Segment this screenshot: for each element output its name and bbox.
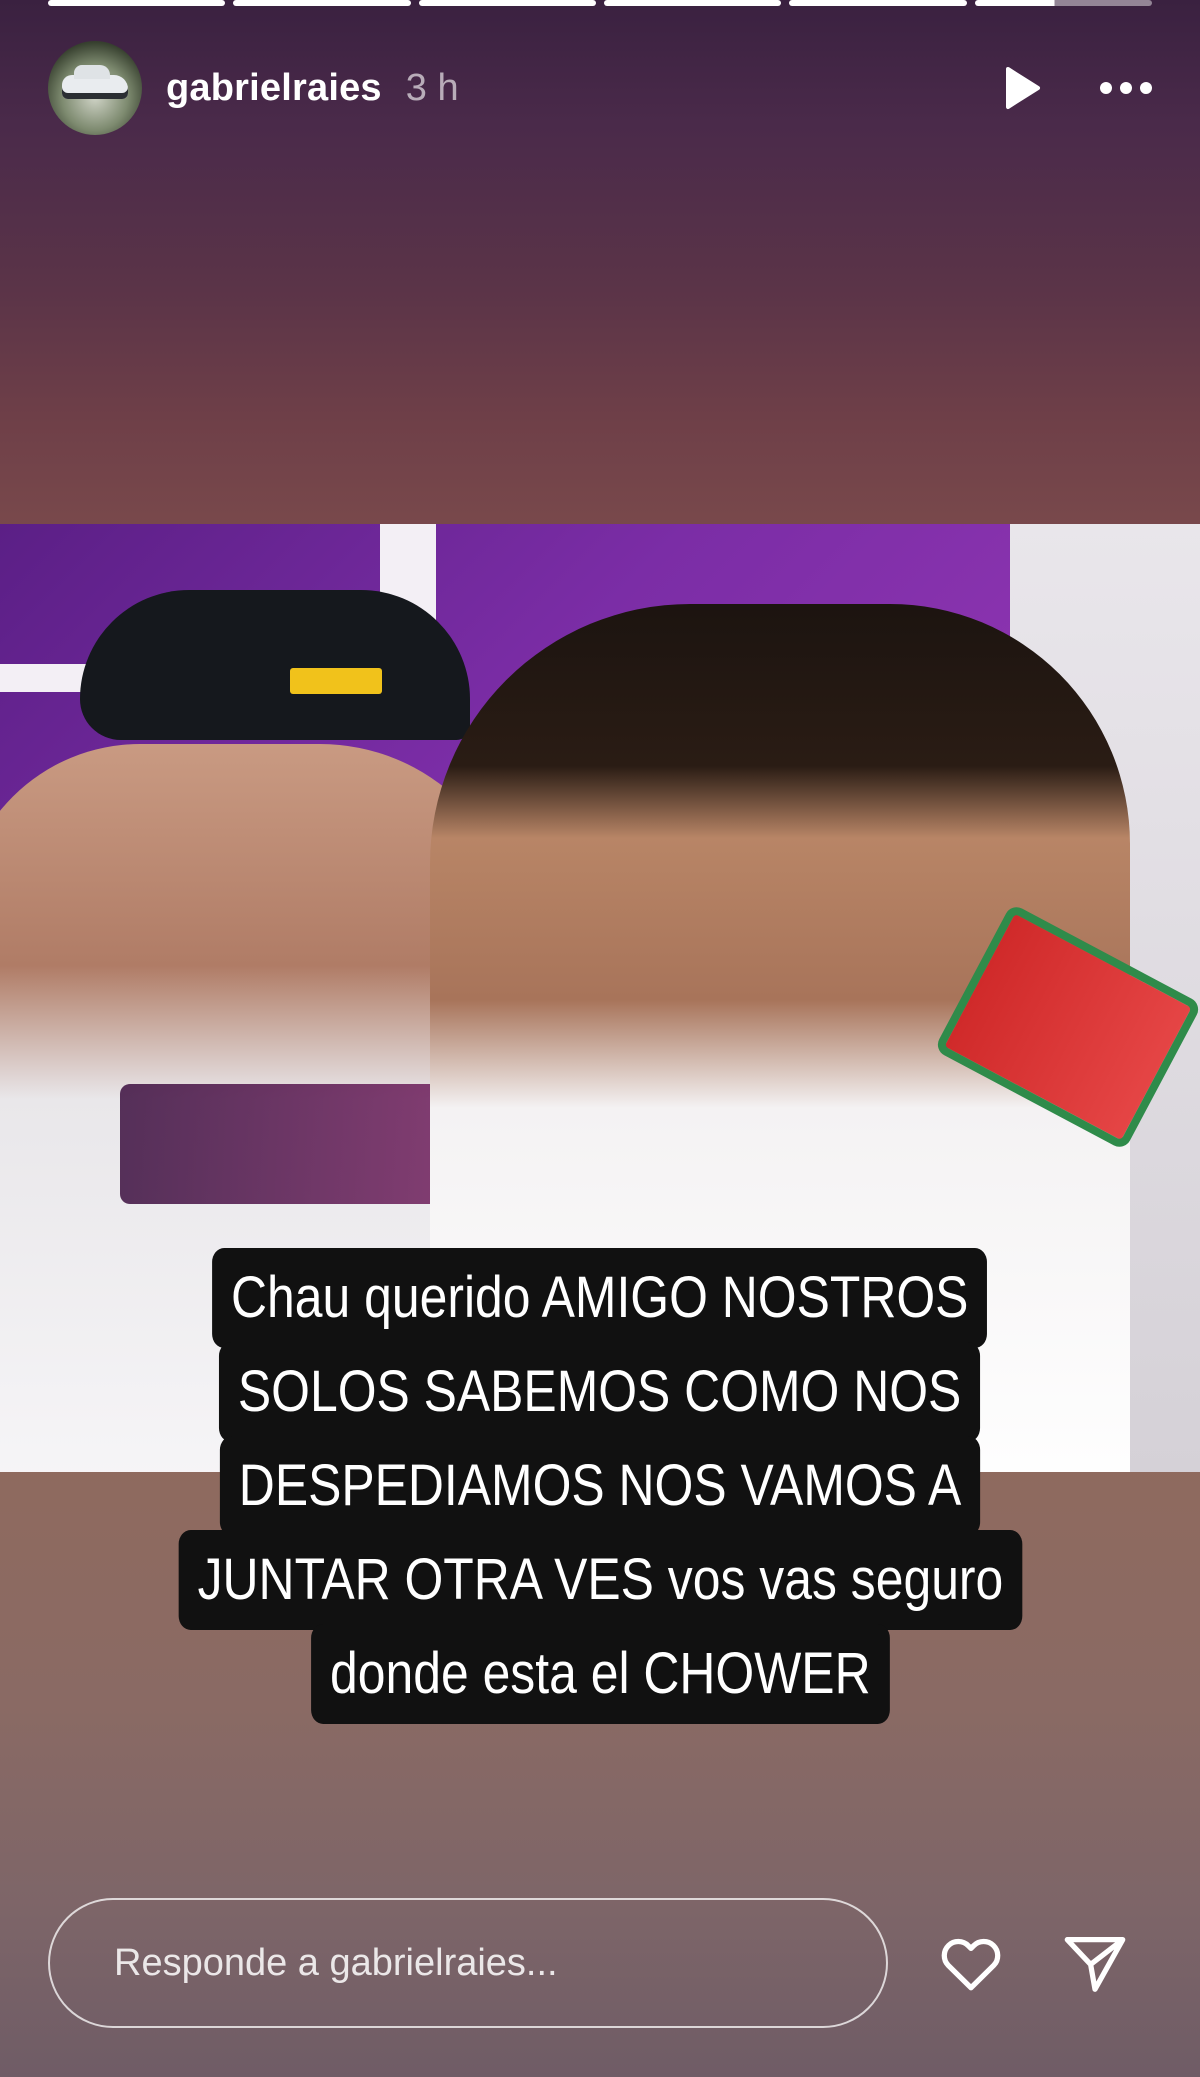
cap	[80, 590, 470, 740]
play-button[interactable]	[1000, 64, 1044, 112]
timestamp: 3 h	[405, 66, 459, 109]
send-button[interactable]	[1060, 1928, 1130, 1998]
heart-icon	[941, 1938, 1001, 1991]
story-progress-bar	[48, 0, 1152, 6]
progress-segment	[48, 0, 226, 6]
username[interactable]: gabrielraies	[166, 67, 382, 110]
progress-segment	[789, 0, 967, 6]
bardahl-logo	[290, 668, 382, 694]
caption-line: SOLOS SABEMOS COMO NOS	[219, 1342, 981, 1442]
story-caption: Chau querido AMIGO NOSTROS SOLOS SABEMOS…	[0, 1248, 1200, 1724]
caption-line: DESPEDIAMOS NOS VAMOS A	[219, 1436, 981, 1536]
progress-segment-current	[974, 0, 1152, 6]
play-icon	[1006, 67, 1040, 109]
avatar[interactable]	[48, 41, 142, 135]
progress-segment	[233, 0, 411, 6]
progress-segment	[418, 0, 596, 6]
caption-line: JUNTAR OTRA VES vos vas seguro	[178, 1530, 1022, 1630]
progress-segment	[603, 0, 782, 6]
send-icon	[1064, 1937, 1126, 1992]
reply-input[interactable]	[112, 1940, 886, 1986]
caption-line: donde esta el CHOWER	[310, 1624, 890, 1724]
more-options-button[interactable]	[1100, 82, 1152, 94]
more-options-icon	[1100, 82, 1112, 94]
story-header: gabrielraies 3 h	[48, 40, 1152, 136]
reply-field[interactable]	[48, 1898, 888, 2028]
like-button[interactable]	[936, 1928, 1006, 1998]
caption-line: Chau querido AMIGO NOSTROS	[212, 1248, 988, 1348]
header-actions	[1000, 64, 1152, 112]
